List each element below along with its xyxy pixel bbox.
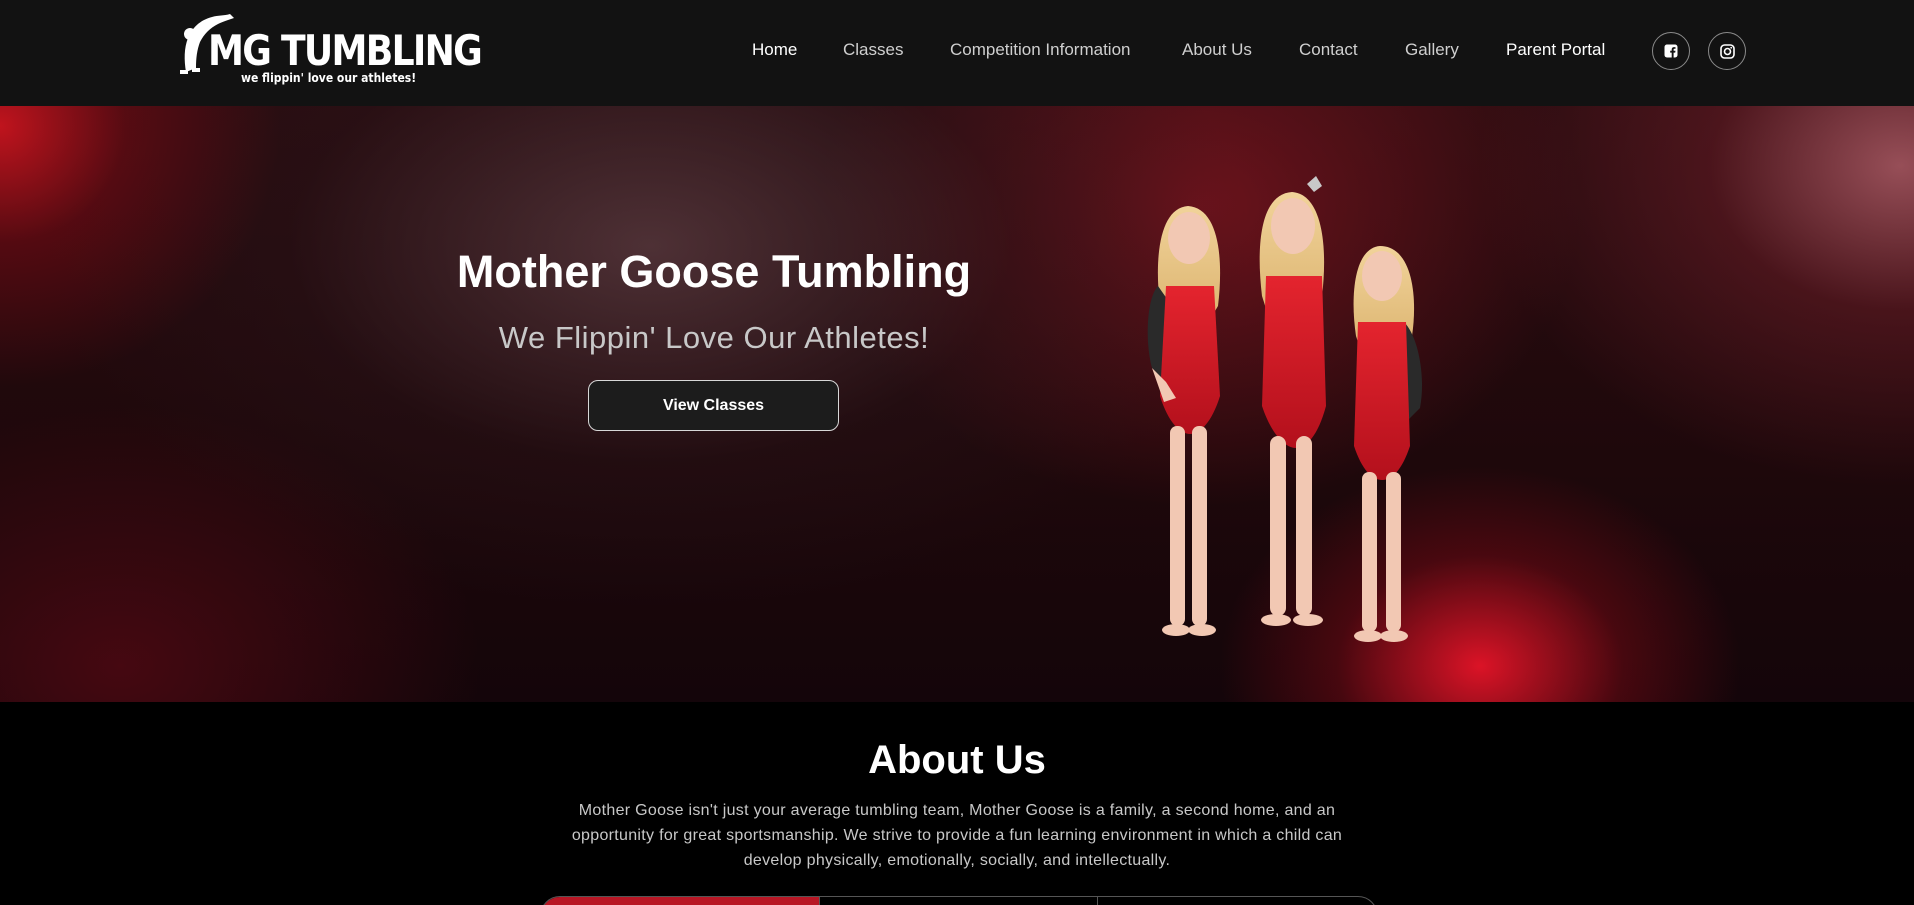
hero-subtitle: We Flippin' Love Our Athletes! xyxy=(498,320,930,355)
view-classes-button[interactable]: View Classes xyxy=(588,380,839,431)
nav-parent-portal[interactable]: Parent Portal xyxy=(1506,40,1605,60)
site-logo[interactable]: MG TUMBLING we flippin' love our athlete… xyxy=(178,12,483,90)
instagram-button[interactable] xyxy=(1708,32,1746,70)
nav-competition-information[interactable]: Competition Information xyxy=(950,40,1130,60)
about-tabs xyxy=(540,896,1378,905)
about-tab-2[interactable] xyxy=(820,897,1099,905)
nav-about-us[interactable]: About Us xyxy=(1182,40,1252,60)
about-title: About Us xyxy=(868,738,1046,782)
hero-title: Mother Goose Tumbling xyxy=(456,246,972,297)
facebook-icon xyxy=(1664,44,1678,58)
hero-section: Mother Goose Tumbling We Flippin' Love O… xyxy=(0,106,1914,702)
nav-home[interactable]: Home xyxy=(752,40,797,60)
about-section: About Us Mother Goose isn't just your av… xyxy=(0,702,1914,905)
about-tab-3[interactable] xyxy=(1098,897,1377,905)
about-tab-1[interactable] xyxy=(541,897,820,905)
nav-gallery[interactable]: Gallery xyxy=(1405,40,1459,60)
top-navbar: MG TUMBLING we flippin' love our athlete… xyxy=(0,0,1914,106)
facebook-button[interactable] xyxy=(1652,32,1690,70)
logo-tagline: we flippin' love our athletes! xyxy=(241,71,417,85)
logo-wordmark: MG TUMBLING xyxy=(208,26,483,75)
instagram-icon xyxy=(1719,43,1735,59)
about-text: Mother Goose isn't just your average tum… xyxy=(571,802,1343,869)
nav-classes[interactable]: Classes xyxy=(843,40,903,60)
nav-contact[interactable]: Contact xyxy=(1299,40,1358,60)
athletes-photo xyxy=(1147,176,1423,642)
